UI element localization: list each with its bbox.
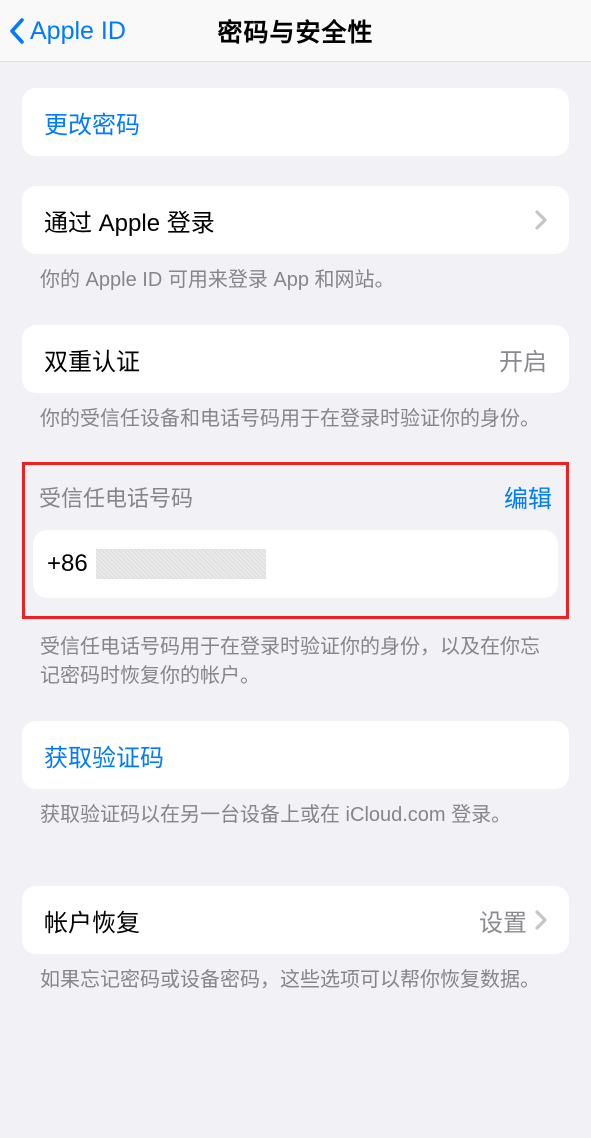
trusted-phone-header: 受信任电话号码 编辑 [25,465,566,530]
back-button[interactable]: Apple ID [8,0,126,62]
group-get-code: 获取验证码 获取验证码以在另一台设备上或在 iCloud.com 登录。 [0,721,591,830]
chevron-right-icon [535,910,547,930]
trusted-phone-footer: 受信任电话号码用于在登录时验证你的身份，以及在你忘记密码时恢复你的帐户。 [0,619,591,691]
back-label: Apple ID [30,17,126,46]
sign-in-with-apple-footer: 你的 Apple ID 可用来登录 App 和网站。 [0,254,591,295]
get-code-footer: 获取验证码以在另一台设备上或在 iCloud.com 登录。 [0,789,591,830]
change-password-label: 更改密码 [44,105,547,140]
two-factor-row[interactable]: 双重认证 开启 [22,325,569,393]
account-recovery-footer: 如果忘记密码或设备密码，这些选项可以帮你恢复数据。 [0,954,591,995]
group-sign-in-with-apple: 通过 Apple 登录 你的 Apple ID 可用来登录 App 和网站。 [0,186,591,295]
account-recovery-detail: 设置 [479,903,527,938]
get-code-row[interactable]: 获取验证码 [22,721,569,789]
trusted-phone-highlight: 受信任电话号码 编辑 +86 [22,462,569,619]
trusted-phone-row[interactable]: +86 [33,530,558,598]
two-factor-label: 双重认证 [44,342,499,377]
two-factor-status: 开启 [499,342,547,377]
nav-bar: Apple ID 密码与安全性 [0,0,591,62]
group-two-factor: 双重认证 开启 你的受信任设备和电话号码用于在登录时验证你的身份。 [0,325,591,434]
phone-number-masked [96,549,266,579]
phone-prefix: +86 [47,550,88,578]
group-account-recovery: 帐户恢复 设置 如果忘记密码或设备密码，这些选项可以帮你恢复数据。 [0,886,591,995]
two-factor-footer: 你的受信任设备和电话号码用于在登录时验证你的身份。 [0,393,591,434]
change-password-row[interactable]: 更改密码 [22,88,569,156]
chevron-right-icon [535,210,547,230]
group-change-password: 更改密码 [0,88,591,156]
sign-in-with-apple-label: 通过 Apple 登录 [44,203,535,238]
trusted-phone-edit-button[interactable]: 编辑 [504,479,552,514]
account-recovery-label: 帐户恢复 [44,903,479,938]
get-code-label: 获取验证码 [44,738,547,773]
content: 更改密码 通过 Apple 登录 你的 Apple ID 可用来登录 App 和… [0,88,591,995]
sign-in-with-apple-row[interactable]: 通过 Apple 登录 [22,186,569,254]
account-recovery-row[interactable]: 帐户恢复 设置 [22,886,569,954]
chevron-left-icon [8,16,28,46]
trusted-phone-header-label: 受信任电话号码 [39,481,504,513]
